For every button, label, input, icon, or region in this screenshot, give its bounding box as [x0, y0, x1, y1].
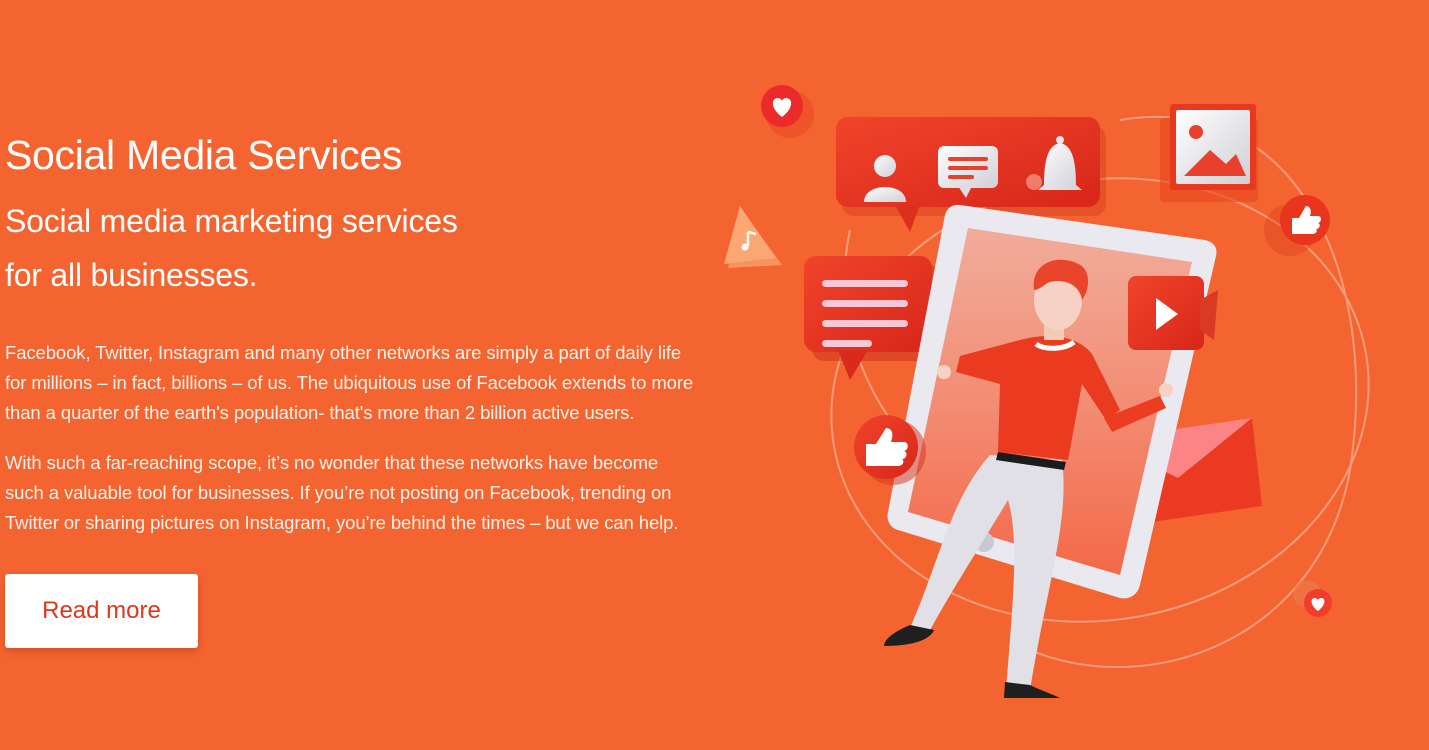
subtitle-line-1: Social media marketing services [5, 203, 458, 239]
page-subtitle: Social media marketing services for all … [5, 194, 745, 302]
music-note-icon [724, 206, 782, 268]
hero-text-column: Social Media Services Social media marke… [5, 128, 745, 648]
intro-paragraph-2: With such a far-reaching scope, it’s no … [5, 448, 745, 538]
paragraph-2-line-1: With such a far-reaching scope, it’s no … [5, 452, 659, 473]
subtitle-line-2: for all businesses. [5, 257, 258, 293]
heart-icon [1293, 580, 1332, 617]
intro-paragraph-1: Facebook, Twitter, Instagram and many ot… [5, 338, 745, 428]
paragraph-1-line-1: Facebook, Twitter, Instagram and many ot… [5, 342, 682, 363]
paragraph-1-line-3: than a quarter of the earth's population… [5, 402, 635, 423]
page-title: Social Media Services [5, 132, 403, 178]
paragraph-2-line-3: Twitter or sharing pictures on Instagram… [5, 512, 679, 533]
image-icon [1160, 104, 1258, 202]
thumbs-up-icon [1264, 195, 1330, 256]
social-media-illustration [724, 85, 1370, 698]
paragraph-1-line-2: for millions – in fact, billions – of us… [5, 372, 694, 393]
hero-section: Social Media Services Social media marke… [0, 0, 1429, 750]
paragraph-2-line-2: such a valuable tool for businesses. If … [5, 482, 672, 503]
read-more-button[interactable]: Read more [5, 574, 198, 648]
heart-icon [761, 85, 814, 138]
